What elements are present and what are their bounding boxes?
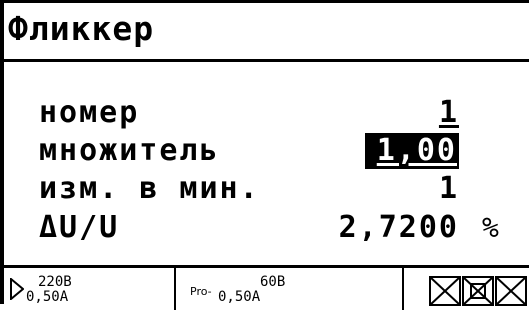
- number-value[interactable]: 1: [439, 95, 459, 131]
- measurements-label: изм. в мин.: [39, 171, 260, 206]
- phase-box-icon: [429, 276, 461, 306]
- percent-unit: %: [482, 211, 499, 244]
- multiplier-value[interactable]: 1,00: [364, 133, 459, 169]
- row-measurements-per-minute: изм. в мин. 1: [39, 171, 459, 207]
- number-label: номер: [39, 95, 140, 130]
- row-delta-u: ΔU/U 2,7200: [39, 210, 459, 246]
- phase-indicators: [429, 276, 527, 306]
- ch1-current: 0,50А: [26, 289, 69, 305]
- phase-box-icon: [495, 276, 527, 306]
- title-divider: [4, 59, 529, 62]
- ch2-prefix: Pro-: [190, 285, 212, 298]
- page-title: Фликкер: [8, 9, 155, 48]
- multiplier-label: множитель: [39, 133, 220, 168]
- play-triangle-icon: [10, 278, 24, 300]
- delta-u-value: 2,7200: [338, 210, 459, 245]
- ch1-voltage: 220В: [38, 274, 72, 290]
- phase-box-icon: [462, 276, 494, 306]
- meter-screen: Фликкер номер 1 множитель 1,00 изм. в ми…: [0, 0, 529, 310]
- ch2-voltage: 60В: [260, 274, 286, 290]
- status-bar: 0,50А 220В Pro- 0,50А 60В: [4, 265, 529, 310]
- delta-u-label: ΔU/U: [39, 210, 120, 245]
- measurements-value[interactable]: 1: [439, 171, 459, 207]
- row-number: номер 1: [39, 95, 459, 131]
- row-multiplier: множитель 1,00: [39, 133, 459, 169]
- ch2-current: 0,50А: [218, 289, 261, 305]
